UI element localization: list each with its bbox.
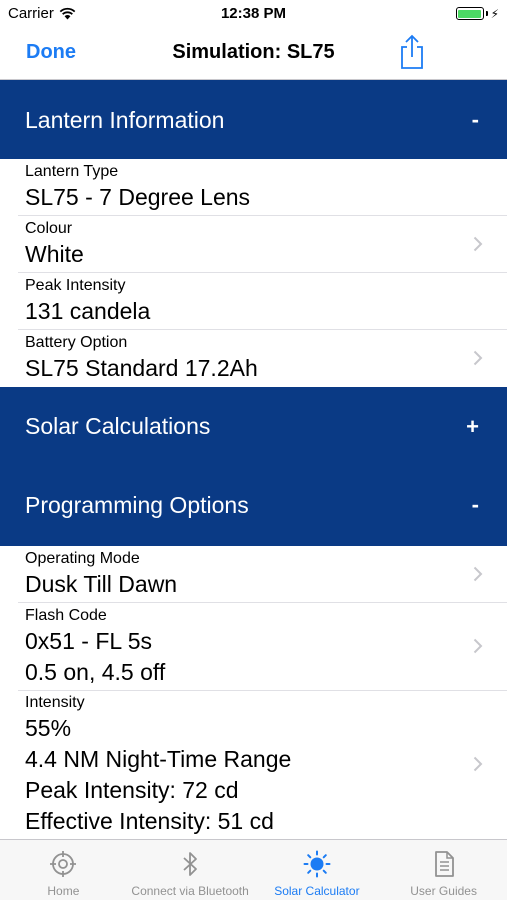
row-value: 131 candela <box>25 298 151 324</box>
row-lantern-type: Lantern Type SL75 - 7 Degree Lens <box>0 159 507 216</box>
status-bar: Carrier 12:38 PM ⚡︎ <box>0 0 507 28</box>
tab-label: Home <box>47 884 80 898</box>
share-icon[interactable] <box>397 34 427 70</box>
row-value-line: Effective Intensity: 51 cd <box>25 808 274 834</box>
tab-solar-calculator[interactable]: Solar Calculator <box>254 840 381 900</box>
row-value-line: 0x51 - FL 5s <box>25 628 152 654</box>
row-battery-option[interactable]: Battery Option SL75 Standard 17.2Ah <box>0 330 507 387</box>
row-value-line: 55% <box>25 715 72 741</box>
chevron-right-icon <box>473 350 483 366</box>
row-label: Colour <box>25 220 73 237</box>
tab-user-guides[interactable]: User Guides <box>380 840 507 900</box>
row-label: Battery Option <box>25 334 128 351</box>
status-time: 12:38 PM <box>220 5 287 22</box>
battery-icon <box>455 7 484 20</box>
chevron-right-icon <box>473 236 483 252</box>
compass-icon <box>50 851 77 877</box>
row-value: SL75 Standard 17.2Ah <box>25 355 258 381</box>
row-label: Lantern Type <box>25 163 119 180</box>
expand-toggle[interactable]: + <box>466 414 479 440</box>
row-operating-mode[interactable]: Operating Mode Dusk Till Dawn <box>0 546 507 603</box>
document-icon <box>434 851 454 877</box>
sun-icon <box>303 850 331 878</box>
row-intensity[interactable]: Intensity 55% 4.4 NM Night-Time Range Pe… <box>0 691 507 839</box>
collapse-toggle[interactable]: - <box>472 107 479 133</box>
bluetooth-icon <box>183 852 198 876</box>
row-label: Peak Intensity <box>25 277 126 294</box>
battery-indicator: ⚡︎ <box>455 6 499 21</box>
section-header-programming-options[interactable]: Programming Options - <box>0 467 507 546</box>
section-header-solar-calculations[interactable]: Solar Calculations + <box>0 387 507 467</box>
tab-label: Connect via Bluetooth <box>131 884 249 898</box>
row-value-line: 4.4 NM Night-Time Range <box>25 746 292 772</box>
row-value: White <box>25 241 84 267</box>
tab-label: Solar Calculator <box>274 884 360 898</box>
chevron-right-icon <box>473 756 483 772</box>
chevron-right-icon <box>473 638 483 654</box>
section-header-lantern-information[interactable]: Lantern Information - <box>0 80 507 159</box>
charging-icon: ⚡︎ <box>490 6 499 21</box>
row-peak-intensity: Peak Intensity 131 candela <box>0 273 507 330</box>
row-value: SL75 - 7 Degree Lens <box>25 184 251 210</box>
row-colour[interactable]: Colour White <box>0 216 507 273</box>
section-title: Programming Options <box>25 492 249 518</box>
chevron-right-icon <box>473 566 483 582</box>
tab-connect-bluetooth[interactable]: Connect via Bluetooth <box>127 840 254 900</box>
tab-home[interactable]: Home <box>0 840 127 900</box>
navigation-bar: Done Simulation: SL75 <box>0 28 507 80</box>
row-label: Flash Code <box>25 607 107 624</box>
collapse-toggle[interactable]: - <box>472 492 479 518</box>
section-title: Lantern Information <box>25 107 225 133</box>
row-value: Dusk Till Dawn <box>25 571 178 597</box>
row-label: Intensity <box>25 694 85 711</box>
row-flash-code[interactable]: Flash Code 0x51 - FL 5s 0.5 on, 4.5 off <box>0 603 507 691</box>
page-title: Simulation: SL75 <box>172 41 335 63</box>
row-value-line: 0.5 on, 4.5 off <box>25 659 166 685</box>
row-value-line: Peak Intensity: 72 cd <box>25 777 239 803</box>
row-label: Operating Mode <box>25 550 140 567</box>
tab-bar: Home Connect via Bluetooth Solar Calcula… <box>0 839 507 900</box>
section-title: Solar Calculations <box>25 413 211 439</box>
tab-label: User Guides <box>410 884 477 898</box>
